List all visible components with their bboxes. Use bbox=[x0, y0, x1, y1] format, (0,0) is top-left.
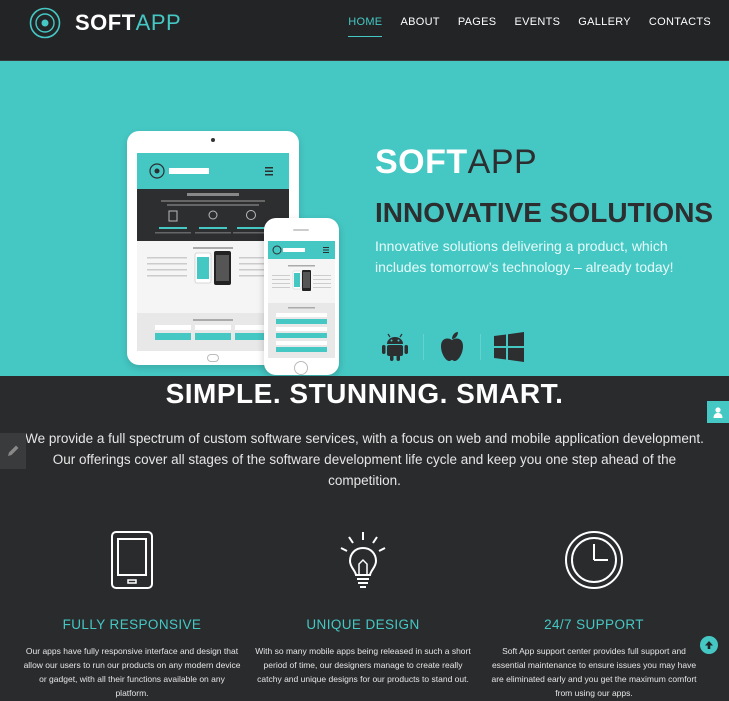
nav-events[interactable]: EVENTS bbox=[514, 16, 560, 37]
arrow-up-icon bbox=[705, 641, 713, 649]
android-icon[interactable] bbox=[375, 331, 415, 363]
pencil-icon bbox=[8, 445, 19, 456]
hero-banner: SOFTAPP INNOVATIVE SOLUTIONS Innovative … bbox=[0, 61, 729, 376]
section-title: SIMPLE. STUNNING. SMART. bbox=[165, 378, 564, 409]
clock-icon bbox=[565, 531, 623, 589]
phone-mockup bbox=[264, 218, 339, 375]
section-description: We provide a full spectrum of custom sof… bbox=[25, 431, 704, 488]
feature-design: UNIQUE DESIGN With so many mobile apps b… bbox=[254, 530, 472, 686]
scroll-to-top-button[interactable] bbox=[700, 636, 718, 654]
lightbulb-icon bbox=[340, 532, 386, 588]
windows-icon[interactable] bbox=[489, 331, 529, 363]
feature-title: 24/7 SUPPORT bbox=[544, 617, 644, 632]
nav-contacts[interactable]: CONTACTS bbox=[649, 16, 711, 37]
features-section: SIMPLE. STUNNING. SMART. We provide a fu… bbox=[0, 376, 729, 701]
feature-responsive: FULLY RESPONSIVE Our apps have fully res… bbox=[23, 530, 241, 700]
nav-about[interactable]: ABOUT bbox=[400, 16, 439, 37]
main-menu: HOME ABOUT PAGES EVENTS GALLERY CONTACTS bbox=[348, 16, 729, 37]
logo-text: SOFTAPP bbox=[75, 10, 182, 35]
top-navbar: SOFTAPP HOME ABOUT PAGES EVENTS GALLERY … bbox=[0, 0, 729, 61]
hero-subtitle: INNOVATIVE SOLUTIONS bbox=[375, 197, 714, 228]
feature-support: 24/7 SUPPORT Soft App support center pro… bbox=[485, 530, 703, 700]
feature-title: FULLY RESPONSIVE bbox=[62, 617, 202, 632]
nav-gallery[interactable]: GALLERY bbox=[578, 16, 631, 37]
feature-text: Our apps have fully responsive interface… bbox=[23, 646, 241, 698]
apple-icon[interactable] bbox=[432, 331, 472, 363]
edit-panel-button[interactable] bbox=[0, 433, 26, 469]
feature-text: Soft App support center provides full su… bbox=[491, 646, 697, 698]
hero-description: Innovative solutions delivering a produc… bbox=[375, 238, 674, 275]
nav-pages[interactable]: PAGES bbox=[458, 16, 497, 37]
user-icon bbox=[713, 406, 723, 418]
hero-title: SOFTAPP bbox=[375, 143, 538, 181]
logo[interactable]: SOFTAPP bbox=[29, 7, 181, 39]
nav-home[interactable]: HOME bbox=[348, 16, 383, 37]
logo-disc-icon bbox=[29, 7, 61, 39]
feature-text: With so many mobile apps being released … bbox=[255, 646, 471, 684]
user-panel-button[interactable] bbox=[707, 401, 729, 423]
platform-icons bbox=[375, 331, 529, 363]
tablet-icon bbox=[111, 531, 153, 589]
feature-title: UNIQUE DESIGN bbox=[306, 617, 420, 632]
phone-screen bbox=[268, 241, 335, 358]
